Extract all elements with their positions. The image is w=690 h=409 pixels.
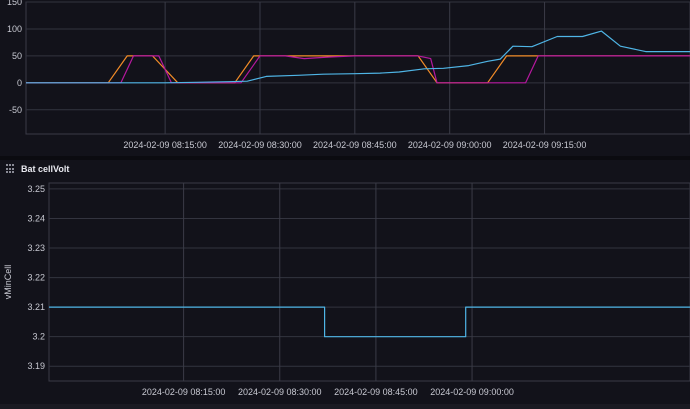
panel-bat-cellvolt: Bat cellVolt 3.25 3.24 3.23 3.22 3.21 3.2 3.19…: [0, 160, 690, 404]
y-tick-label: 50: [12, 51, 22, 61]
y-tick-label: 3.2: [32, 332, 45, 342]
y-tick-label: -50: [9, 105, 22, 115]
series-group: [49, 306, 690, 338]
y-tick-label: 3.21: [27, 302, 45, 312]
plot-area: [48, 182, 690, 382]
panel-top-chart: 150 100 50 0 -50 2024-02-09 08:15:00 2024-02-0…: [0, 0, 690, 156]
panel-header[interactable]: Bat cellVolt: [0, 160, 690, 178]
series-line-1: [49, 306, 690, 338]
y-axis-label: vMinCell: [3, 265, 13, 300]
y-tick-label: 3.23: [27, 243, 45, 253]
x-tick-label: 2024-02-09 08:15:00: [123, 140, 207, 150]
dashboard: 150 100 50 0 -50 2024-02-09 08:15:00 2024-02-0…: [0, 0, 690, 409]
x-tick-label: 2024-02-09 09:15:00: [503, 140, 587, 150]
y-tick-label: 0: [17, 78, 22, 88]
bottom-chart-svg[interactable]: 3.25 3.24 3.23 3.22 3.21 3.2 3.19 2024-02-09 08…: [0, 160, 690, 404]
x-tick-label: 2024-02-09 08:45:00: [334, 387, 418, 397]
y-tick-label: 3.25: [27, 184, 45, 194]
next-panel-edge: [0, 404, 690, 409]
panel-title: Bat cellVolt: [21, 164, 70, 174]
series-line-2: [26, 55, 690, 84]
plot-area: [25, 1, 690, 135]
series-line-1: [26, 55, 690, 84]
series-group: [26, 30, 690, 84]
y-tick-label: 3.22: [27, 273, 45, 283]
y-tick-label: 100: [7, 24, 22, 34]
y-tick-label: 150: [7, 0, 22, 7]
series-line-3: [26, 30, 690, 84]
x-tick-label: 2024-02-09 08:45:00: [313, 140, 397, 150]
x-tick-label: 2024-02-09 08:15:00: [142, 387, 226, 397]
y-tick-label: 3.19: [27, 361, 45, 371]
x-tick-label: 2024-02-09 08:30:00: [238, 387, 322, 397]
drag-handle-icon[interactable]: [6, 164, 14, 174]
x-tick-label: 2024-02-09 08:30:00: [218, 140, 302, 150]
x-tick-label: 2024-02-09 09:00:00: [430, 387, 514, 397]
y-tick-label: 3.24: [27, 213, 45, 223]
top-chart-svg[interactable]: 150 100 50 0 -50 2024-02-09 08:15:00 2024-02-0…: [0, 0, 690, 156]
x-tick-label: 2024-02-09 09:00:00: [408, 140, 492, 150]
